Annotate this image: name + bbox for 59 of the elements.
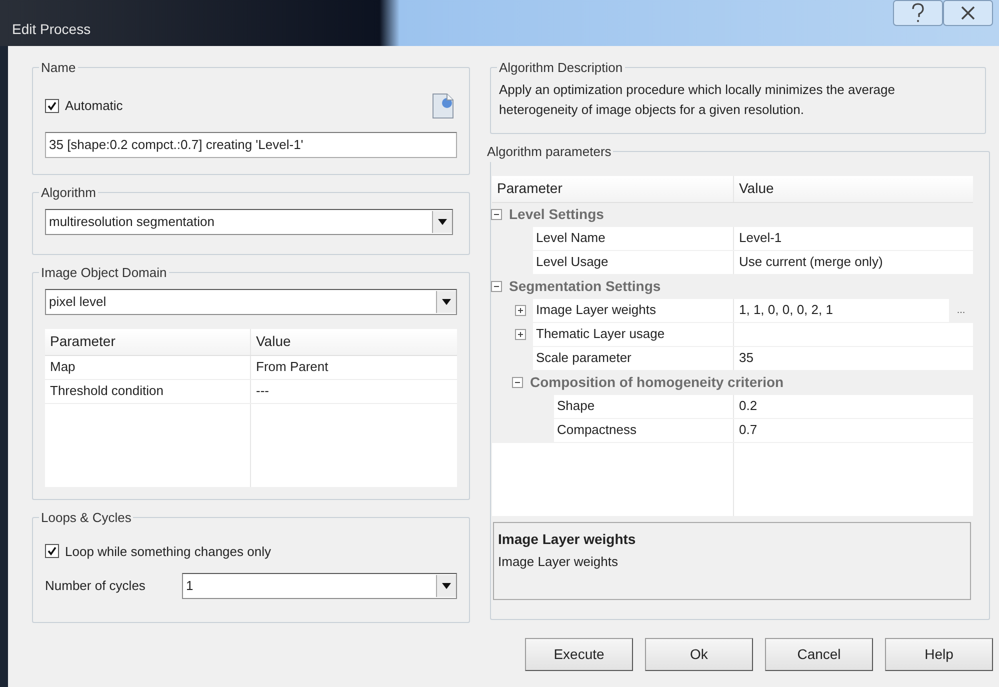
help-text: Image Layer weights (498, 552, 619, 571)
column-header: Value (738, 179, 774, 198)
table-cell-text: From Parent (255, 358, 328, 376)
group-label: Name (40, 59, 77, 77)
close-icon[interactable] (943, 0, 993, 26)
category-label: Level Settings (509, 204, 604, 224)
column-header: Parameter (45, 328, 251, 354)
dialog-button[interactable]: Ok (645, 638, 753, 671)
help-title: Image Layer weights (498, 530, 637, 549)
column-header: Value (255, 332, 291, 351)
dropdown[interactable]: 1 (182, 573, 457, 599)
collapse-icon[interactable] (491, 208, 502, 220)
description-text: Apply an optimization procedure which locally minimizes the average heterogeneity of image objects for a given resolution. (499, 80, 896, 119)
help-icon[interactable] (893, 0, 943, 26)
category-label: Composition of homogeneity criterion (530, 372, 784, 392)
category-label: Segmentation Settings (509, 276, 661, 296)
table-cell-text: --- (255, 382, 269, 400)
checkbox-label: Automatic (65, 96, 123, 115)
group-label: Algorithm parameters (486, 143, 612, 161)
column-header: Parameter (492, 176, 734, 202)
caret-icon (432, 210, 452, 232)
expand-icon[interactable] (515, 304, 526, 316)
collapse-icon[interactable] (512, 376, 523, 388)
dialog-button[interactable]: Cancel (765, 638, 873, 671)
dropdown[interactable]: multiresolution segmentation (45, 208, 453, 234)
dialog-button[interactable]: Execute (525, 638, 633, 671)
property-value: 35 (738, 349, 754, 368)
caret-icon (436, 575, 456, 597)
property-name: Shape (554, 394, 734, 418)
field-label: Number of cycles (45, 577, 146, 596)
group-label: Loops & Cycles (40, 509, 132, 527)
group-label: Image Object Domain (40, 264, 168, 282)
checkbox[interactable] (45, 544, 59, 558)
caret-icon (436, 290, 456, 312)
name-field[interactable]: 35 [shape:0.2 compct.:0.7] creating 'Level-1' (45, 132, 457, 158)
property-name: Scale parameter (533, 346, 734, 370)
table-cell: Threshold condition (45, 380, 251, 402)
dropdown[interactable]: pixel level (45, 288, 457, 314)
ellipsis-button[interactable]: ... (949, 298, 973, 322)
property-value: 1, 1, 0, 0, 0, 2, 1 (738, 301, 834, 320)
property-name: Compactness (554, 418, 734, 442)
property-name: Image Layer weights (533, 298, 734, 322)
checkbox[interactable] (45, 98, 59, 112)
dialog-button[interactable]: Help (885, 638, 993, 671)
property-value: Level-1 (738, 229, 783, 248)
group-label: Algorithm Description (498, 59, 624, 77)
property-value: 0.7 (738, 421, 758, 440)
property-name: Level Name (533, 226, 734, 250)
checkbox-label: Loop while something changes only (65, 542, 271, 561)
collapse-icon[interactable] (491, 280, 502, 292)
property-name: Level Usage (533, 250, 734, 274)
window-title: Edit Process (12, 20, 91, 39)
document-icon[interactable] (431, 92, 455, 120)
property-value: Use current (merge only) (738, 253, 884, 272)
group-label: Algorithm (40, 184, 97, 202)
property-name: Thematic Layer usage (533, 322, 734, 346)
expand-icon[interactable] (515, 328, 526, 340)
property-value: 0.2 (738, 397, 758, 416)
table-cell: Map (45, 356, 251, 378)
